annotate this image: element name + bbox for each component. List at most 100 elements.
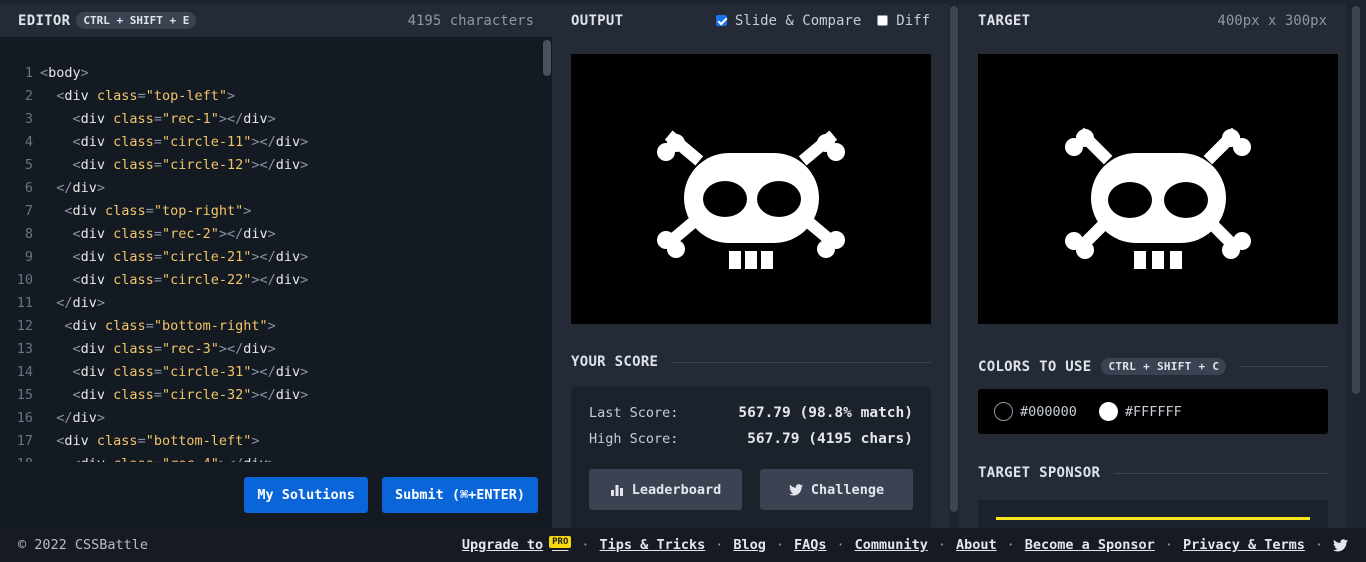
output-canvas[interactable] (571, 54, 931, 324)
target-skull-image (1065, 127, 1251, 269)
slide-compare-checkbox[interactable] (715, 15, 727, 26)
code-line[interactable]: 12 <div class="bottom-right"> (0, 315, 540, 338)
code-line[interactable]: 6 </div> (0, 177, 540, 200)
code-line[interactable]: 13 <div class="rec-3"></div> (0, 338, 540, 361)
code-line[interactable]: 11 </div> (0, 292, 540, 315)
diff-toggle[interactable]: Diff (877, 13, 930, 29)
diff-checkbox[interactable] (877, 15, 889, 26)
code-token: class (113, 134, 154, 150)
color-circle[interactable] (1098, 402, 1118, 421)
page-scrollbar[interactable] (1346, 4, 1366, 528)
my-solutions-button[interactable]: My Solutions (244, 477, 368, 513)
code-token: < (72, 249, 81, 265)
code-token: "rec-2" (161, 226, 219, 242)
upgrade-label: Upgrade to (461, 537, 544, 553)
privacy-terms-link[interactable]: Privacy & Terms (1183, 537, 1305, 553)
code-token: div (275, 387, 301, 403)
twitter-icon[interactable] (1333, 538, 1348, 552)
challenge-label: Challenge (810, 481, 885, 498)
submit-button[interactable]: Submit (⌘+ENTER) (381, 477, 538, 513)
code-line[interactable]: 2 <div class="top-left"> (0, 85, 540, 108)
code-line[interactable]: 14 <div class="circle-31"></div> (0, 361, 540, 384)
blog-link[interactable]: Blog (733, 537, 766, 553)
target-canvas (978, 54, 1338, 324)
target-title: TARGET (978, 12, 1031, 29)
line-number: 12 (16, 318, 33, 334)
code-token: < (72, 226, 81, 242)
bar-chart-icon (610, 484, 623, 496)
cssbattle-app: EDITOR CTRL + SHIFT + E 4195 characters … (0, 0, 1366, 562)
line-number: 10 (16, 272, 33, 288)
code-token: div (72, 318, 106, 334)
color-swatch-black[interactable]: #000000 (994, 402, 1077, 421)
tips-link[interactable]: Tips & Tricks (600, 537, 706, 553)
crossbone-top-right (1203, 127, 1251, 165)
code-text: <div class="rec-2"></div> (40, 223, 276, 246)
character-count: 4195 characters (407, 12, 534, 29)
code-token: div (80, 364, 114, 380)
challenge-button[interactable]: Challenge (760, 469, 913, 510)
code-token: > (96, 295, 106, 311)
code-text: <div class="circle-22"></div> (40, 269, 309, 292)
code-line[interactable]: 3 <div class="rec-1"></div> (0, 108, 540, 131)
code-token: ></ (218, 341, 244, 357)
code-editor[interactable]: 1 <body> 2 <div class="top-left"> 3 <div cl… (0, 62, 540, 462)
faqs-link[interactable]: FAQs (794, 537, 827, 553)
editor-scrollbar-thumb[interactable] (543, 40, 551, 76)
slide-compare-toggle[interactable]: Slide & Compare (715, 13, 861, 29)
code-token: div (72, 295, 97, 311)
become-sponsor-link[interactable]: Become a Sponsor (1025, 537, 1155, 553)
code-line[interactable]: 8 <div class="rec-2"></div> (0, 223, 540, 246)
code-token: "circle-11" (161, 134, 252, 150)
leaderboard-button[interactable]: Leaderboard (589, 469, 742, 510)
line-number: 4 (24, 134, 33, 150)
code-token: < (72, 387, 81, 403)
color-swatch-white[interactable]: #FFFFFF (1098, 402, 1182, 421)
code-line[interactable]: 17 <div class="bottom-left"> (0, 430, 540, 453)
code-token: div (243, 111, 268, 127)
code-token: ></ (218, 111, 244, 127)
score-card: Last Score: 567.79 (98.8% match) High Sc… (571, 387, 931, 528)
tooth-1 (729, 251, 741, 269)
code-line[interactable]: 10 <div class="circle-22"></div> (0, 269, 540, 292)
code-line[interactable]: 16 </div> (0, 407, 540, 430)
tooth-3 (761, 251, 773, 269)
code-token: ></ (251, 157, 276, 173)
code-token: div (81, 456, 114, 462)
code-line[interactable]: 5 <div class="circle-12"></div> (0, 154, 540, 177)
page-scrollbar-thumb[interactable] (1352, 6, 1360, 394)
code-token: > (96, 180, 106, 196)
editor-scrollbar[interactable] (542, 37, 552, 77)
code-token: ></ (251, 249, 276, 265)
code-token: = (153, 157, 162, 173)
sponsor-title: TARGET SPONSOR (978, 465, 1101, 481)
code-token: > (268, 456, 276, 462)
upgrade-link[interactable]: Upgrade to PRO (461, 536, 572, 553)
separator: · (775, 537, 785, 553)
code-line[interactable]: 4 <div class="circle-11"></div> (0, 131, 540, 154)
code-line[interactable]: 18 <div class="rec-4"></div> (0, 453, 540, 462)
high-score-row: High Score: 567.79 (4195 chars) (589, 431, 913, 447)
code-line[interactable]: 9 <div class="circle-21"></div> (0, 246, 540, 269)
code-token: > (243, 203, 252, 219)
code-line[interactable]: 1 <body> (0, 62, 540, 85)
code-token: > (267, 341, 276, 357)
about-link[interactable]: About (956, 537, 997, 553)
color-circle[interactable] (994, 402, 1013, 421)
code-token: </ (56, 180, 73, 196)
twitter-icon (788, 483, 803, 496)
code-token: > (267, 318, 276, 334)
code-token: > (80, 65, 89, 81)
code-text: <div class="rec-4"></div> (40, 453, 276, 462)
code-line[interactable]: 15 <div class="circle-32"></div> (0, 384, 540, 407)
code-token: ></ (218, 226, 244, 242)
code-line[interactable]: 7 <div class="top-right"> (0, 200, 540, 223)
panel-scrollbar[interactable] (949, 4, 959, 528)
code-token: = (153, 226, 162, 242)
code-token: < (72, 157, 81, 173)
community-link[interactable]: Community (855, 537, 928, 553)
code-text: <div class="rec-1"></div> (40, 108, 276, 131)
diff-label: Diff (896, 12, 930, 29)
code-text: <div class="bottom-right"> (40, 315, 276, 338)
panel-scrollbar-thumb[interactable] (950, 6, 958, 512)
